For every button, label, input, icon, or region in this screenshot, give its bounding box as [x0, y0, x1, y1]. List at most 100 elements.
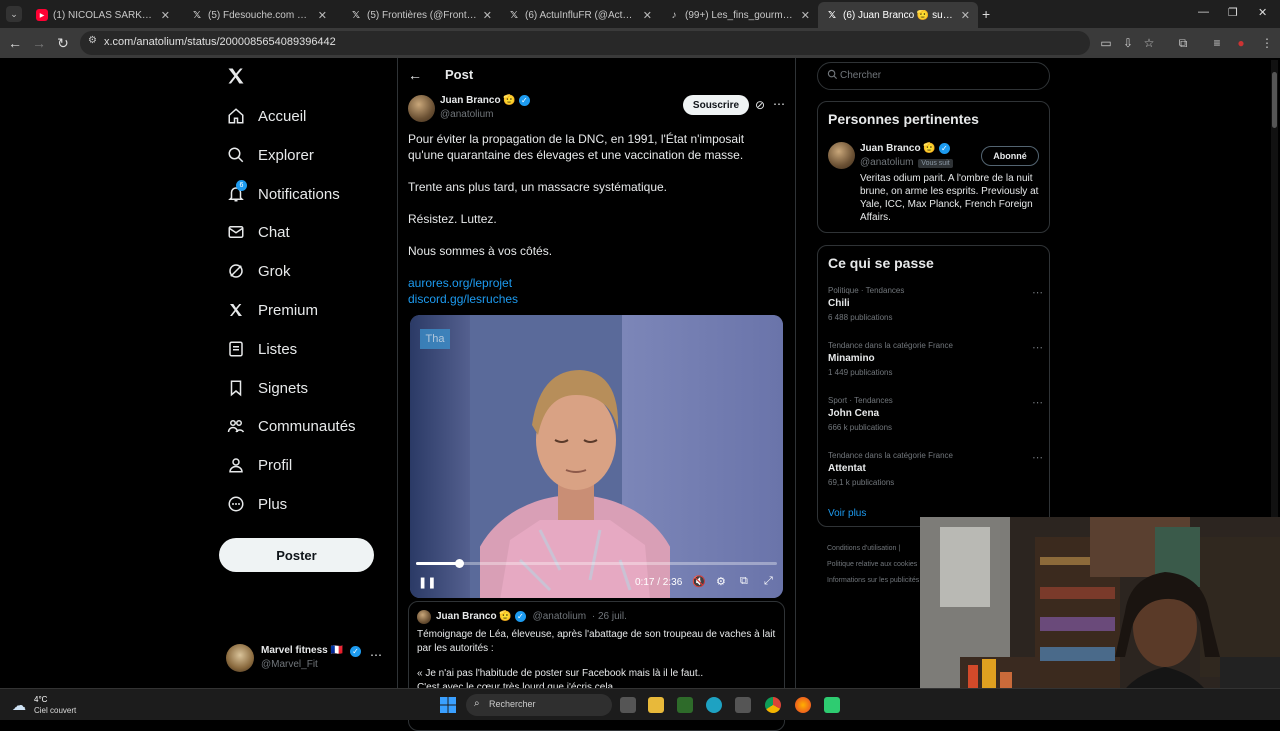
streaming-app-icon[interactable]	[824, 697, 840, 713]
bookmark-star-icon[interactable]: ☆	[1141, 35, 1157, 51]
search-bar[interactable]: Chercher	[817, 62, 1050, 90]
follow-button[interactable]: Abonné	[981, 146, 1039, 166]
url-bar[interactable]: ⚙ x.com/anatolium/status/200008565408939…	[80, 31, 1090, 55]
maximize-button[interactable]: ❐	[1228, 6, 1238, 19]
back-arrow-icon[interactable]: ←	[408, 67, 422, 83]
video-player[interactable]: Tha ❚❚ 0:17 / 2:36 🔇 ⚙ ⧉ ⤢	[410, 315, 783, 598]
browser-tab[interactable]: 𝕏 (5) Fdesouche.com est une revue ✕	[183, 4, 335, 26]
browser-tab[interactable]: ▶ (1) NICOLAS SARKOZY : INTERVIEW ✕	[28, 4, 178, 26]
close-icon[interactable]: ✕	[643, 9, 652, 22]
trend-item[interactable]: Tendance dans la catégorie France Minami…	[828, 341, 1043, 377]
nav-item-signets[interactable]: Signets	[226, 373, 308, 403]
close-icon[interactable]: ✕	[801, 9, 810, 22]
trend-item[interactable]: Tendance dans la catégorie France Attent…	[828, 451, 1043, 487]
nav-item-grok[interactable]: Grok	[226, 256, 291, 286]
chrome-icon[interactable]	[765, 697, 781, 713]
more-icon[interactable]: ⋯	[1032, 451, 1043, 464]
nav-item-accueil[interactable]: Accueil	[226, 101, 306, 131]
browser-tab[interactable]: 𝕏 (6) ActuInfluFR (@ActuInfluFR) ✕	[500, 4, 660, 26]
site-info-icon[interactable]: ⚙	[88, 35, 97, 46]
close-icon[interactable]: ✕	[318, 9, 327, 22]
tweet-paragraph: Nous sommes à vos côtés.	[408, 244, 553, 258]
tweet-link[interactable]: discord.gg/lesruches	[408, 291, 518, 307]
pip-icon[interactable]: ⧉	[740, 575, 748, 588]
more-icon[interactable]: ⋯	[370, 648, 382, 662]
nav-item-plus[interactable]: Plus	[226, 489, 287, 519]
cast-icon[interactable]: ▭	[1098, 35, 1114, 51]
account-switcher[interactable]: Marvel fitness 🇫🇷 ✓ @Marvel_Fit ⋯	[226, 642, 386, 674]
extensions-icon[interactable]: ⧉	[1175, 35, 1191, 51]
nvidia-icon[interactable]	[677, 697, 693, 713]
window-close-button[interactable]: ✕	[1258, 6, 1267, 19]
nav-item-premium[interactable]: Premium	[226, 295, 318, 325]
close-icon[interactable]: ✕	[961, 9, 970, 22]
reading-list-icon[interactable]: ≡	[1209, 35, 1225, 51]
video-progress-track[interactable]	[416, 559, 777, 568]
search-icon	[827, 69, 838, 83]
avatar[interactable]	[828, 142, 855, 169]
browser-tab[interactable]: ♪ (99+) Les_fins_gourmets (@les_ ✕	[660, 4, 818, 26]
browser-tab-active[interactable]: 𝕏 (6) Juan Branco 🫡 sur X : "Pour ✕	[818, 2, 978, 28]
profile-avatar-icon[interactable]: ●	[1233, 35, 1249, 51]
nav-item-notifications[interactable]: 6 Notifications	[226, 179, 340, 209]
mute-icon[interactable]: 🔇	[692, 575, 706, 588]
nav-item-profil[interactable]: Profil	[226, 450, 292, 480]
forward-icon[interactable]: →	[30, 34, 48, 52]
more-icon[interactable]: ⋯	[1032, 286, 1043, 299]
search-input[interactable]: Chercher	[840, 70, 881, 81]
nav-item-communautes[interactable]: Communautés	[226, 411, 356, 441]
tweet-link[interactable]: aurores.org/leprojet	[408, 275, 512, 291]
author-handle[interactable]: @anatolium	[440, 109, 494, 120]
show-more-link[interactable]: Voir plus	[828, 508, 866, 519]
taskbar-search[interactable]: ⌕ Rechercher	[466, 694, 612, 716]
new-tab-button[interactable]: +	[982, 6, 996, 22]
avatar[interactable]	[408, 95, 435, 122]
page-scrollbar[interactable]	[1271, 60, 1278, 520]
grok-icon[interactable]: ⊘	[755, 98, 765, 112]
author-name[interactable]: Juan Branco 🫡 ✓	[440, 95, 530, 106]
x-logo-icon	[226, 300, 246, 320]
more-icon[interactable]: ⋯	[1032, 341, 1043, 354]
edge-icon[interactable]	[706, 697, 722, 713]
footer-link[interactable]: Informations sur les publicités	[827, 577, 919, 584]
trend-item[interactable]: Politique · Tendances Chili 6 488 public…	[828, 286, 1043, 322]
x-logo-icon[interactable]	[226, 66, 246, 88]
relevant-name[interactable]: Juan Branco 🫡 ✓	[860, 143, 950, 154]
task-view-icon[interactable]	[620, 697, 636, 713]
footer-link[interactable]: Conditions d'utilisation |	[827, 545, 900, 552]
nav-item-chat[interactable]: Chat	[226, 217, 290, 247]
account-name: Marvel fitness 🇫🇷	[261, 645, 343, 656]
store-icon[interactable]	[735, 697, 751, 713]
fullscreen-icon[interactable]: ⤢	[764, 575, 773, 588]
more-icon[interactable]: ⋯	[1032, 396, 1043, 409]
video-progress-fill	[416, 562, 460, 565]
taskbar-search-input[interactable]: Rechercher	[489, 699, 536, 709]
weather-icon[interactable]: ☁	[12, 697, 26, 714]
close-icon[interactable]: ✕	[161, 9, 170, 22]
nav-item-listes[interactable]: Listes	[226, 334, 297, 364]
close-icon[interactable]: ✕	[483, 9, 492, 22]
windows-start-icon[interactable]	[440, 697, 456, 713]
youtube-icon: ▶	[36, 9, 48, 21]
tab-list-dropdown[interactable]: ⌄	[6, 6, 22, 22]
trend-item[interactable]: Sport · Tendances John Cena 666 k public…	[828, 396, 1043, 432]
post-button[interactable]: Poster	[219, 538, 374, 572]
install-app-icon[interactable]: ⇩	[1120, 35, 1136, 51]
scrollbar-thumb[interactable]	[1272, 72, 1277, 128]
back-icon[interactable]: ←	[6, 34, 24, 52]
file-explorer-icon[interactable]	[648, 697, 664, 713]
menu-icon[interactable]: ⋮	[1259, 35, 1275, 51]
nav-item-explorer[interactable]: Explorer	[226, 140, 314, 170]
firefox-icon[interactable]	[795, 697, 811, 713]
browser-tab[interactable]: 𝕏 (5) Frontières (@Frontieresmed ✕	[342, 4, 500, 26]
settings-icon[interactable]: ⚙	[716, 575, 726, 588]
more-circle-icon	[226, 494, 246, 514]
footer-link[interactable]: Politique relative aux cookies	[827, 561, 917, 568]
subscribe-button[interactable]: Souscrire	[683, 95, 749, 115]
reload-icon[interactable]: ↻	[54, 34, 72, 52]
quote-text: « Je n'ai pas l'habitude de poster sur F…	[417, 668, 704, 679]
pause-icon[interactable]: ❚❚	[418, 576, 436, 589]
account-handle: @Marvel_Fit	[261, 659, 318, 670]
minimize-button[interactable]: —	[1198, 6, 1209, 18]
more-icon[interactable]: ⋯	[773, 97, 785, 111]
